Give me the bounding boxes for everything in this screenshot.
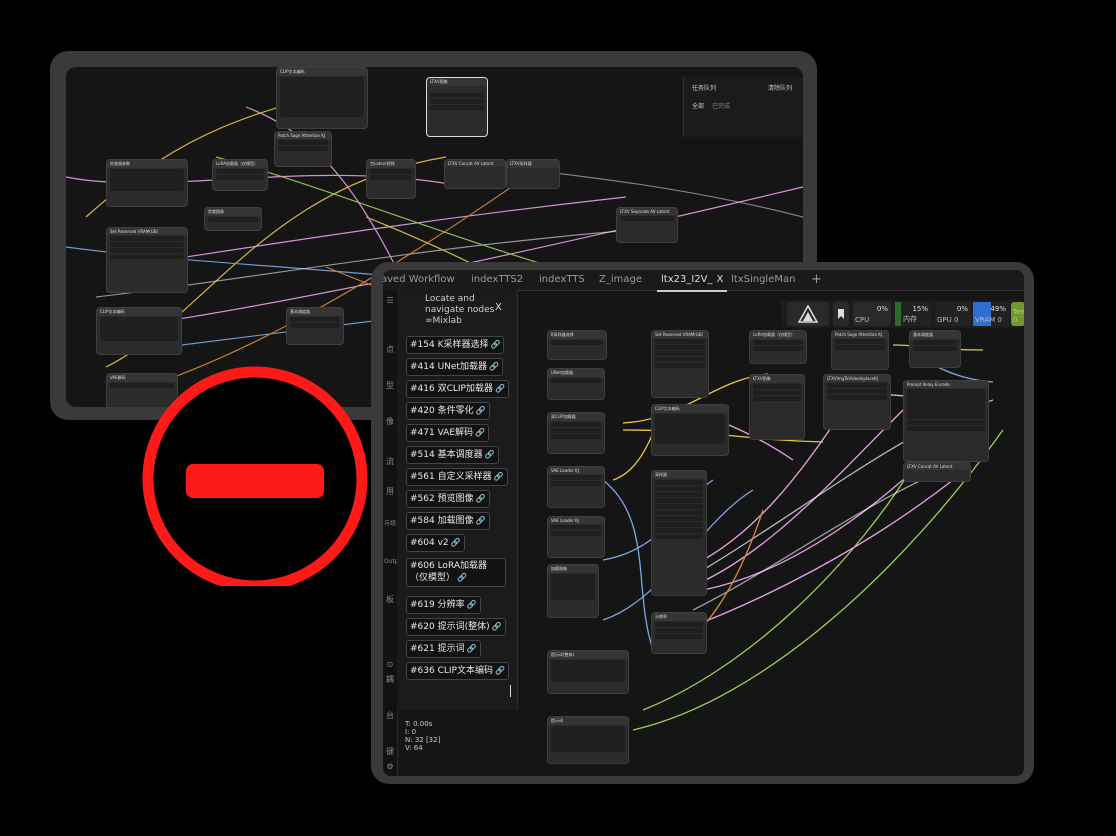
node-prompt-relay-encode[interactable]: Prompt Relay Encode (903, 380, 989, 462)
node-unet-loader[interactable]: UNet加载器 (547, 368, 605, 400)
cpu-meter: 0% CPU (853, 302, 891, 326)
node-prompt[interactable]: 提示词 (547, 716, 629, 764)
temp-meter: Temp 0 (1011, 302, 1024, 326)
vram-meter: 49% VRAM 0 (973, 302, 1009, 326)
gpu-meter: 0% GPU 0 (935, 302, 971, 326)
memory-meter: 15% 内存 (895, 302, 931, 326)
queue-clear-button[interactable]: 清除队列 (768, 83, 792, 92)
bookmark-icon (838, 309, 844, 319)
back-node-checker[interactable]: 检查器参数 (106, 159, 188, 207)
back-node-scheduler[interactable]: 基本调度器 (286, 307, 344, 345)
node-vae-loader-1[interactable]: VAE Loader KJ (547, 466, 605, 508)
node-clip-text-encode[interactable]: CLIP文本编码 (651, 404, 729, 456)
node-basic-scheduler[interactable]: 基本调度器 (909, 330, 961, 368)
app-logo-icon (797, 304, 819, 323)
queue-tab-done[interactable]: 已完成 (712, 101, 730, 110)
node-ltxv-img-to-video[interactable]: LTXVImgToVideoInplaceKJ (823, 374, 891, 430)
comfy-workspace: aved Workflow indexTTS2 indexTTS Z_image… (383, 270, 1024, 776)
node-patch-sage-attention[interactable]: Patch Sage Attention KJ (831, 330, 889, 370)
queue-tab-all[interactable]: 全部 (692, 101, 704, 110)
back-node-lora[interactable]: LoRA加载器（仅模型） (212, 159, 268, 191)
node-k-sampler-select[interactable]: K采样器选择 (547, 330, 607, 360)
foreground-window: aved Workflow indexTTS2 indexTTS Z_image… (371, 262, 1034, 784)
back-node-separate[interactable]: LTXV Separate AV Latent (616, 207, 678, 243)
node-ltxv-concat[interactable]: LTXV Concat AV Latent (903, 462, 971, 482)
node-ltxv-image[interactable]: LTXV图像 (749, 374, 805, 440)
node-load-image[interactable]: 加载图像 (547, 564, 599, 618)
queue-title: 任务队列 (692, 85, 717, 92)
node-dual-clip-loader[interactable]: 双CLIP加载器 (547, 412, 605, 454)
back-node-sampler[interactable]: LTXV采样器 (506, 159, 560, 189)
node-prompt-whole[interactable]: 提示词(整体) (547, 650, 629, 694)
back-node-patch-sage[interactable]: Patch Sage Attention KJ (274, 131, 332, 167)
task-queue-panel: 任务队列 清除队列 全部 已完成 (683, 77, 803, 137)
back-node-clip-text[interactable]: CLIP文本编码 (276, 67, 368, 129)
node-resolution[interactable]: 分辨率 (651, 612, 707, 654)
bookmark-button[interactable] (833, 302, 849, 326)
resource-monitor: 0%CPU 15%内存 0%GPU 0 49%VRAM 0 Temp 0 (781, 300, 1024, 328)
back-node-clip-text-2[interactable]: CLIP文本编码 (96, 307, 182, 355)
node-vae-loader-2[interactable]: VAE Loader KJ (547, 516, 605, 558)
back-node-crop[interactable]: 剪裁图像 (204, 207, 262, 231)
no-entry-icon (142, 366, 368, 586)
node-lora-loader[interactable]: LoRA加载器（仅模型） (749, 330, 807, 364)
back-node-concat[interactable]: LTXV Concat AV Latent (444, 159, 506, 189)
node-sampler[interactable]: 采样器 (651, 470, 707, 596)
node-set-reserved-vram[interactable]: Set Reserved VRAM(GB) (651, 330, 709, 398)
logo-button[interactable] (787, 302, 829, 326)
back-node-ltxv-image[interactable]: LTXV图像 · (426, 77, 488, 137)
back-node-set-vram[interactable]: Set Reserved VRAM(GB) (106, 227, 188, 293)
back-node-empty-latent[interactable]: 空Latent视频 (366, 159, 416, 199)
